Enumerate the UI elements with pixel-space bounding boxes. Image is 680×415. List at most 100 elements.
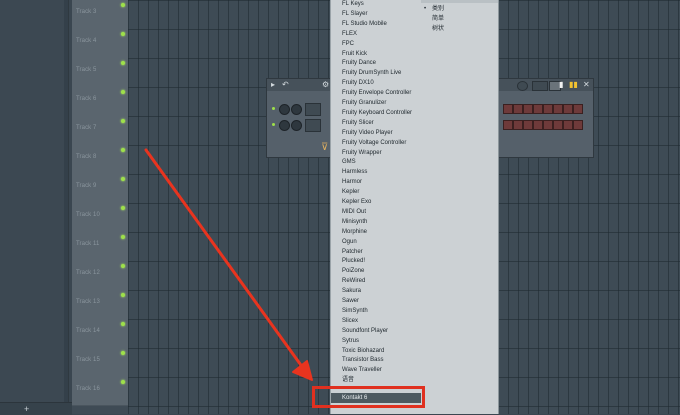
menu-item[interactable]: Fruit Kick — [342, 49, 420, 59]
step-pad[interactable] — [543, 104, 553, 114]
step-pad[interactable] — [553, 120, 563, 130]
step-pad[interactable] — [573, 104, 583, 114]
panel-divider[interactable] — [64, 0, 68, 414]
step-pad[interactable] — [563, 120, 573, 130]
track-active-led[interactable] — [121, 119, 125, 123]
menu-item[interactable]: Ogun — [342, 237, 420, 247]
pan-knob[interactable] — [291, 104, 302, 115]
menu-item[interactable]: FPC — [342, 39, 420, 49]
track-header[interactable]: Track 8 — [72, 144, 128, 174]
track-active-led[interactable] — [121, 351, 125, 355]
track-header[interactable]: Track 13 — [72, 289, 128, 319]
track-header[interactable]: Track 12 — [72, 260, 128, 290]
menu-item[interactable]: Fruity Voltage Controller — [342, 138, 420, 148]
menu-item[interactable]: Fruity DrumSynth Live — [342, 68, 420, 78]
undo-icon[interactable]: ↶ — [282, 80, 289, 90]
menu-item[interactable]: Harmless — [342, 167, 420, 177]
menu-item[interactable]: FLEX — [342, 29, 420, 39]
track-active-led[interactable] — [121, 3, 125, 7]
track-active-led[interactable] — [121, 206, 125, 210]
menu-item[interactable]: FL Slayer — [342, 9, 420, 19]
track-header[interactable]: Track 7 — [72, 115, 128, 145]
step-pad[interactable] — [513, 120, 523, 130]
menu-item[interactable]: Sawer — [342, 296, 420, 306]
track-header[interactable]: Track 6 — [72, 86, 128, 116]
sort-option[interactable]: 类别 — [432, 5, 444, 14]
step-pad[interactable] — [533, 104, 543, 114]
menu-item[interactable]: FL Keys — [342, 0, 420, 9]
track-header[interactable]: Track 5 — [72, 57, 128, 87]
menu-item[interactable]: Fruity Video Player — [342, 128, 420, 138]
menu-item[interactable]: FL Studio Mobile — [342, 19, 420, 29]
track-header[interactable]: Track 3 — [72, 0, 128, 29]
close-icon[interactable]: ✕ — [583, 80, 590, 90]
channel-number[interactable] — [305, 103, 321, 116]
menu-item[interactable]: ReWired — [342, 276, 420, 286]
menu-item[interactable]: Sakura — [342, 286, 420, 296]
track-active-led[interactable] — [121, 32, 125, 36]
track-header[interactable]: Track 11 — [72, 231, 128, 261]
menu-item[interactable]: Fruity DX10 — [342, 78, 420, 88]
sort-option[interactable]: 简单 — [432, 15, 444, 24]
menu-item[interactable]: Soundfont Player — [342, 326, 420, 336]
graph-button[interactable] — [532, 81, 548, 91]
menu-item[interactable]: Kepler — [342, 187, 420, 197]
gear-icon[interactable]: ⚙ — [322, 80, 329, 90]
volume-knob[interactable] — [279, 104, 290, 115]
menu-item[interactable]: Morphine — [342, 227, 420, 237]
channel-led[interactable] — [272, 107, 275, 110]
menu-arrow-icon[interactable]: ▸ — [271, 80, 275, 90]
channel-led[interactable] — [272, 123, 275, 126]
step-pad[interactable] — [553, 104, 563, 114]
track-header[interactable]: Track 16 — [72, 376, 128, 406]
track-active-led[interactable] — [121, 264, 125, 268]
add-track-button[interactable]: + — [24, 403, 29, 415]
step-pad[interactable] — [523, 104, 533, 114]
step-pad[interactable] — [533, 120, 543, 130]
menu-item[interactable]: Fruity Wrapper — [342, 148, 420, 158]
menu-item[interactable]: Fruity Keyboard Controller — [342, 108, 420, 118]
menu-item[interactable]: Fruity Granulizer — [342, 98, 420, 108]
menu-item[interactable]: 语音 — [342, 375, 420, 385]
volume-knob[interactable] — [279, 120, 290, 131]
menu-item[interactable]: Minisynth — [342, 217, 420, 227]
menu-item[interactable]: PoiZone — [342, 266, 420, 276]
step-pad[interactable] — [503, 120, 513, 130]
track-active-led[interactable] — [121, 148, 125, 152]
menu-item[interactable]: Fruity Slicer — [342, 118, 420, 128]
step-pad[interactable] — [563, 104, 573, 114]
menu-item[interactable]: Toxic Biohazard — [342, 346, 420, 356]
track-active-led[interactable] — [121, 322, 125, 326]
menu-item[interactable]: Plucked! — [342, 256, 420, 266]
track-header[interactable]: Track 10 — [72, 202, 128, 232]
menu-item[interactable]: Slicex — [342, 316, 420, 326]
step-pad[interactable] — [543, 120, 553, 130]
menu-item[interactable]: MIDI Out — [342, 207, 420, 217]
menu-item[interactable]: Fruity Envelope Controller — [342, 88, 420, 98]
track-header[interactable]: Track 9 — [72, 173, 128, 203]
sort-option[interactable]: 树状 — [432, 25, 444, 34]
pan-knob[interactable] — [291, 120, 302, 131]
track-active-led[interactable] — [121, 235, 125, 239]
menu-item[interactable]: Transistor Bass — [342, 355, 420, 365]
track-active-led[interactable] — [121, 61, 125, 65]
step-pad[interactable] — [573, 120, 583, 130]
step-pad[interactable] — [503, 104, 513, 114]
step-pad[interactable] — [513, 104, 523, 114]
track-active-led[interactable] — [121, 380, 125, 384]
menu-item[interactable]: Wave Traveller — [342, 365, 420, 375]
menu-item[interactable]: Sytrus — [342, 336, 420, 346]
track-active-led[interactable] — [121, 293, 125, 297]
menu-item[interactable]: Harmor — [342, 177, 420, 187]
swing-knob[interactable] — [517, 81, 528, 91]
track-header[interactable]: Track 4 — [72, 28, 128, 58]
track-active-led[interactable] — [121, 177, 125, 181]
track-header[interactable]: Track 14 — [72, 318, 128, 348]
channel-number[interactable] — [305, 119, 321, 132]
menu-item[interactable]: Fruity Dance — [342, 58, 420, 68]
menu-item[interactable]: Patcher — [342, 247, 420, 257]
step-pad[interactable] — [523, 120, 533, 130]
menu-item[interactable]: SimSynth — [342, 306, 420, 316]
track-active-led[interactable] — [121, 90, 125, 94]
menu-item[interactable]: GMS — [342, 157, 420, 167]
